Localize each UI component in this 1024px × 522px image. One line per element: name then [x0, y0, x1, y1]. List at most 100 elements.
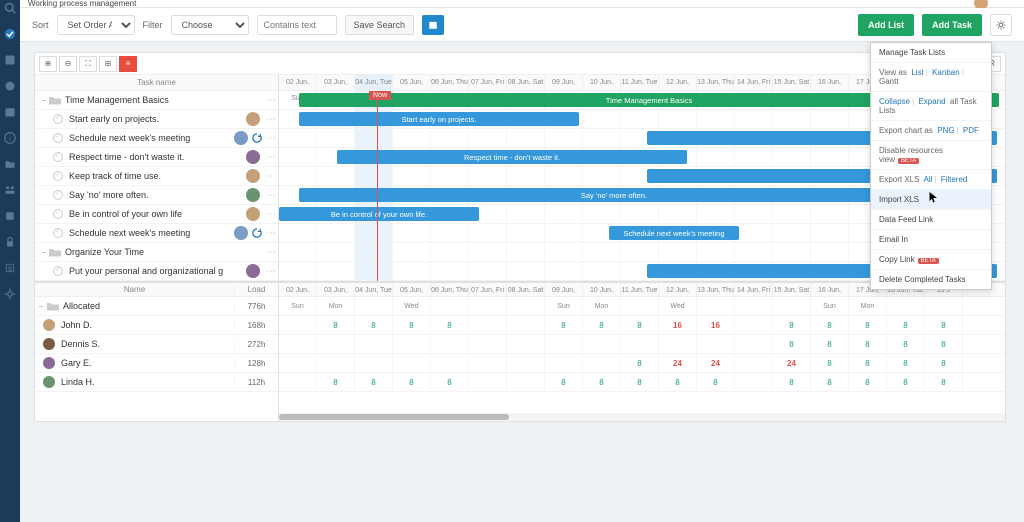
check-circle-icon[interactable] — [53, 190, 63, 200]
dd-manage-task-lists[interactable]: Manage Task Lists — [871, 43, 991, 63]
assignee-avatar[interactable] — [246, 188, 260, 202]
filter-bar: Sort Set Order Asc Filter Choose Save Se… — [20, 8, 1024, 42]
task-row[interactable]: –Organize Your Time⋯ — [35, 243, 278, 262]
row-menu-icon[interactable]: ⋯ — [264, 190, 278, 201]
dd-view-as[interactable]: View as List| Kanban| Gantt — [871, 63, 991, 92]
row-menu-icon[interactable]: ⋯ — [264, 152, 278, 163]
gantt-bar[interactable]: Start early on projects. — [299, 112, 579, 126]
row-menu-icon[interactable]: ⋯ — [264, 95, 278, 106]
rail-gear-icon[interactable] — [4, 288, 16, 300]
task-row[interactable]: Be in control of your own life⋯ — [35, 205, 278, 224]
task-name: Put your personal and organizational g — [69, 266, 246, 276]
row-menu-icon[interactable]: ⋯ — [264, 247, 278, 258]
dd-email-in[interactable]: Email In — [871, 230, 991, 250]
resource-name: John D. — [61, 320, 234, 330]
resource-row[interactable]: Linda H.112h — [35, 373, 278, 392]
gantt-bar[interactable]: Say 'no' more often. — [299, 188, 929, 202]
resource-row[interactable]: Dennis S.272h — [35, 335, 278, 354]
assignee-avatar[interactable] — [246, 112, 260, 126]
zoom-out-button[interactable]: ⊖ — [59, 56, 77, 72]
dd-disable-resources[interactable]: Disable resources viewBETA — [871, 141, 991, 170]
task-row[interactable]: Start early on projects.⋯ — [35, 110, 278, 129]
rail-item-4-icon[interactable] — [4, 80, 16, 92]
save-search-button[interactable]: Save Search — [345, 15, 415, 35]
hours-cell: 24 — [697, 354, 735, 372]
dd-copy-link[interactable]: Copy LinkBETA — [871, 250, 991, 270]
rail-dollar-icon[interactable]: $ — [4, 262, 16, 274]
dd-collapse-expand[interactable]: Collapse| Expand all Task Lists — [871, 92, 991, 121]
rail-lock-icon[interactable] — [4, 236, 16, 248]
row-menu-icon[interactable]: ⋯ — [264, 228, 278, 239]
dd-delete-completed[interactable]: Delete Completed Tasks — [871, 270, 991, 289]
rail-contact-icon[interactable] — [4, 210, 16, 222]
search-input[interactable] — [257, 15, 337, 35]
zoom-in-button[interactable]: ⊕ — [39, 56, 57, 72]
check-circle-icon[interactable] — [53, 266, 63, 276]
grid-button[interactable]: ⊞ — [99, 56, 117, 72]
sort-select[interactable]: Set Order Asc — [57, 15, 135, 35]
horizontal-scrollbar[interactable] — [279, 413, 1005, 421]
resource-name: Linda H. — [61, 377, 234, 387]
task-row[interactable]: –Time Management Basics⋯ — [35, 91, 278, 110]
check-circle-icon[interactable] — [53, 171, 63, 181]
assignee-avatar[interactable] — [246, 150, 260, 164]
rail-info-icon[interactable]: i — [4, 132, 16, 144]
check-circle-icon[interactable] — [53, 152, 63, 162]
calendar-button[interactable] — [422, 15, 444, 35]
gantt-bar[interactable]: Be in control of your own life. — [279, 207, 479, 221]
gantt-bar[interactable]: Schedule next week's meeting — [609, 226, 739, 240]
rail-item-3-icon[interactable] — [4, 54, 16, 66]
gantt-bar[interactable]: Respect time - don't waste it. — [337, 150, 687, 164]
task-row[interactable]: Schedule next week's meeting⋯ — [35, 129, 278, 148]
task-row[interactable]: Say 'no' more often.⋯ — [35, 186, 278, 205]
filter-select[interactable]: Choose — [171, 15, 249, 35]
allocated-row[interactable]: –Allocated776h — [35, 297, 278, 316]
toggle-icon[interactable]: – — [39, 249, 49, 256]
dd-export-chart[interactable]: Export chart as PNG| PDF — [871, 121, 991, 141]
check-circle-icon[interactable] — [53, 114, 63, 124]
settings-gear-button[interactable] — [990, 14, 1012, 36]
assignee-avatar[interactable] — [234, 226, 248, 240]
hours-cell: 8 — [317, 373, 355, 391]
toggle-icon[interactable]: – — [39, 97, 49, 104]
row-menu-icon[interactable]: ⋯ — [264, 171, 278, 182]
hours-cell — [279, 373, 317, 391]
task-row[interactable]: Schedule next week's meeting⋯ — [35, 224, 278, 243]
scrollbar-thumb[interactable] — [279, 414, 509, 420]
check-circle-icon[interactable] — [53, 133, 63, 143]
task-row[interactable]: Put your personal and organizational g ⋯ — [35, 262, 278, 281]
assignee-avatar[interactable] — [246, 207, 260, 221]
add-task-button[interactable]: Add Task — [922, 14, 982, 36]
date-col: 16 Jun, Sun — [811, 75, 849, 90]
hours-cell — [735, 354, 773, 372]
row-menu-icon[interactable]: ⋯ — [264, 266, 278, 277]
assignee-avatar[interactable] — [246, 264, 260, 278]
allocated-label: Allocated — [63, 301, 234, 311]
assignee-avatar[interactable] — [246, 169, 260, 183]
check-circle-icon[interactable] — [53, 209, 63, 219]
filter-label: Filter — [143, 20, 163, 30]
rail-check-icon[interactable] — [4, 28, 16, 40]
dd-data-feed[interactable]: Data Feed Link — [871, 210, 991, 230]
resource-avatar — [43, 357, 55, 369]
rail-people-icon[interactable] — [4, 184, 16, 196]
assignee-avatar[interactable] — [234, 131, 248, 145]
date-col: 08 Jun, Sat — [507, 75, 545, 90]
row-menu-icon[interactable]: ⋯ — [264, 133, 278, 144]
dd-export-xls[interactable]: Export XLS All| Filtered — [871, 170, 991, 190]
rail-search-icon[interactable] — [4, 2, 16, 14]
dd-import-xls[interactable]: Import XLS — [871, 190, 991, 210]
rail-folder-icon[interactable] — [4, 158, 16, 170]
row-menu-icon[interactable]: ⋯ — [264, 209, 278, 220]
resource-row[interactable]: John D.168h — [35, 316, 278, 335]
hours-cell — [697, 335, 735, 353]
add-list-button[interactable]: Add List — [858, 14, 914, 36]
check-circle-icon[interactable] — [53, 228, 63, 238]
resource-row[interactable]: Gary E.128h — [35, 354, 278, 373]
today-button[interactable]: ≡ — [119, 56, 137, 72]
fit-button[interactable]: ⛶ — [79, 56, 97, 72]
row-menu-icon[interactable]: ⋯ — [264, 114, 278, 125]
rail-calendar-icon[interactable] — [4, 106, 16, 118]
task-row[interactable]: Respect time - don't waste it.⋯ — [35, 148, 278, 167]
task-row[interactable]: Keep track of time use.⋯ — [35, 167, 278, 186]
